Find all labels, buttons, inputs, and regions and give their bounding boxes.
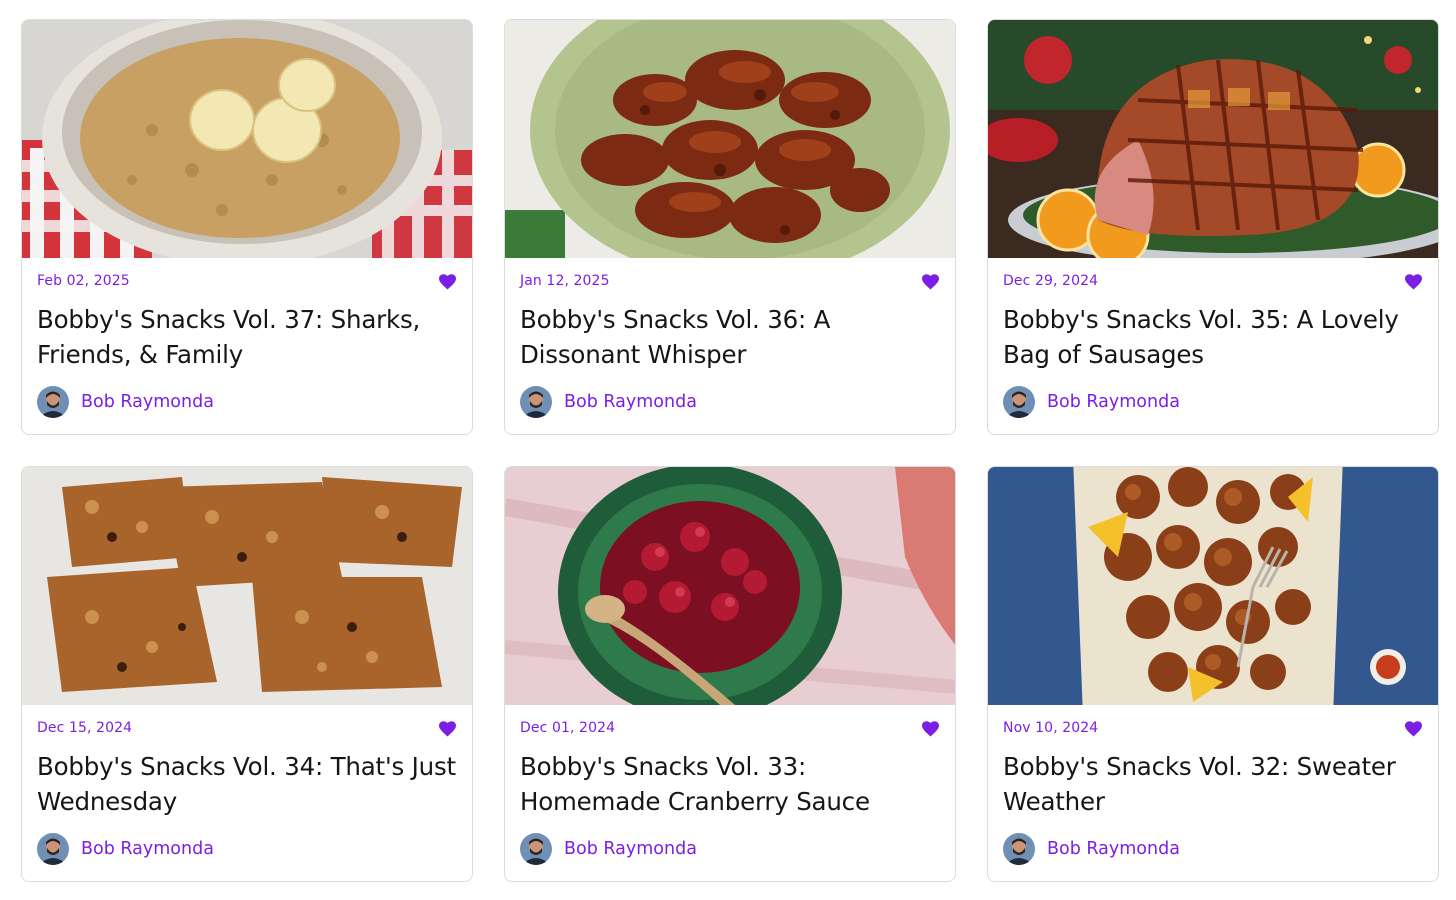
heart-icon[interactable] xyxy=(439,721,456,737)
post-thumbnail[interactable] xyxy=(505,20,955,258)
post-title[interactable]: Bobby's Snacks Vol. 35: A Lovely Bag of … xyxy=(1003,302,1423,378)
post-thumbnail[interactable] xyxy=(988,467,1438,705)
author-name[interactable]: Bob Raymonda xyxy=(564,392,697,412)
heart-icon[interactable] xyxy=(1405,274,1422,290)
heart-icon[interactable] xyxy=(439,274,456,290)
post-author[interactable]: Bob Raymonda xyxy=(1003,386,1180,418)
heart-icon[interactable] xyxy=(922,274,939,290)
post-grid: Feb 02, 2025 Bobby's Snacks Vol. 37: Sha… xyxy=(21,19,1439,882)
post-date: Nov 10, 2024 xyxy=(1003,720,1099,736)
author-name[interactable]: Bob Raymonda xyxy=(81,392,214,412)
post-title[interactable]: Bobby's Snacks Vol. 34: That's Just Wedn… xyxy=(37,749,457,825)
post-date: Feb 02, 2025 xyxy=(37,273,130,289)
post-card[interactable]: Dec 15, 2024 Bobby's Snacks Vol. 34: Tha… xyxy=(21,466,473,882)
avatar xyxy=(37,386,69,418)
author-name[interactable]: Bob Raymonda xyxy=(1047,839,1180,859)
post-author[interactable]: Bob Raymonda xyxy=(520,386,697,418)
post-meta: Dec 01, 2024 xyxy=(505,705,955,749)
post-author[interactable]: Bob Raymonda xyxy=(37,833,214,865)
post-title[interactable]: Bobby's Snacks Vol. 36: A Dissonant Whis… xyxy=(520,302,940,378)
post-thumbnail[interactable] xyxy=(22,467,472,705)
avatar xyxy=(520,386,552,418)
avatar xyxy=(520,833,552,865)
heart-icon[interactable] xyxy=(922,721,939,737)
avatar xyxy=(1003,386,1035,418)
post-card[interactable]: Nov 10, 2024 Bobby's Snacks Vol. 32: Swe… xyxy=(987,466,1439,882)
post-date: Dec 29, 2024 xyxy=(1003,273,1099,289)
post-meta: Dec 29, 2024 xyxy=(988,258,1438,302)
post-date: Dec 15, 2024 xyxy=(37,720,133,736)
post-title[interactable]: Bobby's Snacks Vol. 33: Homemade Cranber… xyxy=(520,749,940,825)
post-title[interactable]: Bobby's Snacks Vol. 32: Sweater Weather xyxy=(1003,749,1423,825)
author-name[interactable]: Bob Raymonda xyxy=(564,839,697,859)
post-card[interactable]: Jan 12, 2025 Bobby's Snacks Vol. 36: A D… xyxy=(504,19,956,435)
post-author[interactable]: Bob Raymonda xyxy=(37,386,214,418)
post-title[interactable]: Bobby's Snacks Vol. 37: Sharks, Friends,… xyxy=(37,302,457,378)
post-thumbnail[interactable] xyxy=(22,20,472,258)
post-date: Dec 01, 2024 xyxy=(520,720,616,736)
heart-icon[interactable] xyxy=(1405,721,1422,737)
post-author[interactable]: Bob Raymonda xyxy=(1003,833,1180,865)
post-meta: Feb 02, 2025 xyxy=(22,258,472,302)
avatar xyxy=(1003,833,1035,865)
post-card[interactable]: Dec 01, 2024 Bobby's Snacks Vol. 33: Hom… xyxy=(504,466,956,882)
post-card[interactable]: Feb 02, 2025 Bobby's Snacks Vol. 37: Sha… xyxy=(21,19,473,435)
post-card[interactable]: Dec 29, 2024 Bobby's Snacks Vol. 35: A L… xyxy=(987,19,1439,435)
post-date: Jan 12, 2025 xyxy=(520,273,610,289)
post-meta: Nov 10, 2024 xyxy=(988,705,1438,749)
post-thumbnail[interactable] xyxy=(988,20,1438,258)
post-meta: Jan 12, 2025 xyxy=(505,258,955,302)
avatar xyxy=(37,833,69,865)
post-author[interactable]: Bob Raymonda xyxy=(520,833,697,865)
author-name[interactable]: Bob Raymonda xyxy=(81,839,214,859)
post-thumbnail[interactable] xyxy=(505,467,955,705)
post-meta: Dec 15, 2024 xyxy=(22,705,472,749)
author-name[interactable]: Bob Raymonda xyxy=(1047,392,1180,412)
